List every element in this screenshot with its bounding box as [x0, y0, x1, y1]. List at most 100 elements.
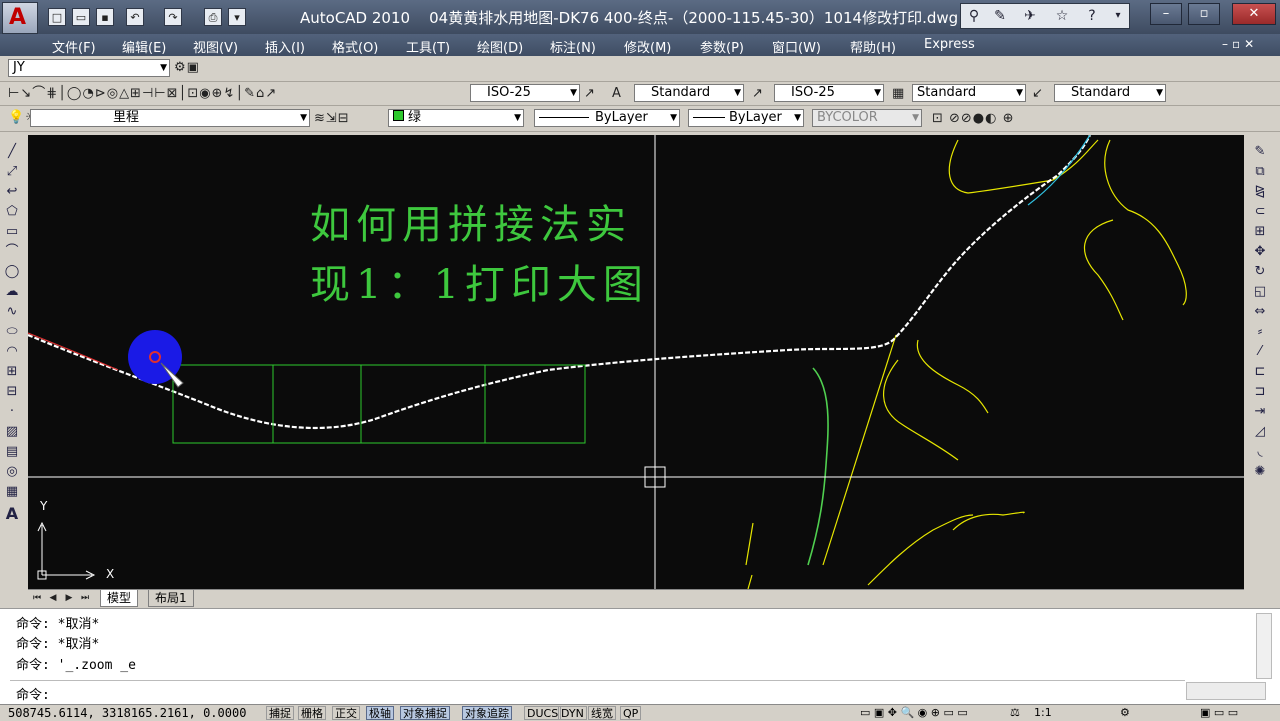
tab-model[interactable]: 模型 — [100, 590, 139, 607]
lineweight-dropdown[interactable]: ByLayer ▼ — [688, 109, 804, 127]
ducs-button[interactable]: DUCS — [524, 706, 562, 720]
join-icon[interactable]: ⇥ — [1252, 404, 1268, 420]
linetype-dropdown[interactable]: ByLayer ▼ — [534, 109, 680, 127]
snap-button[interactable]: 捕捉 — [266, 706, 294, 720]
break-at-point-icon[interactable]: ⊏ — [1252, 364, 1268, 380]
rectangle-icon[interactable]: ▭ — [4, 224, 20, 240]
menu-insert[interactable]: 插入(I) — [265, 37, 305, 56]
extend-icon[interactable]: ⁄ — [1252, 344, 1268, 360]
menu-help[interactable]: 帮助(H) — [850, 37, 896, 56]
render-tools-icons[interactable]: ⊡ ⊘⊘●◐ ⊕ — [932, 110, 1015, 128]
last-tab-icon[interactable]: ⏭ — [78, 591, 92, 605]
arc-icon[interactable]: ⌒ — [4, 244, 20, 260]
layer-tools-icons[interactable]: ≋⇲⊟ — [314, 110, 350, 128]
point-icon[interactable]: · — [4, 404, 20, 420]
menu-dimension[interactable]: 标注(N) — [550, 37, 596, 56]
revcloud-icon[interactable]: ☁ — [4, 284, 20, 300]
menu-tools[interactable]: 工具(T) — [406, 37, 450, 56]
close-button[interactable]: ✕ — [1232, 3, 1276, 25]
array-icon[interactable]: ⊞ — [1252, 224, 1268, 240]
communication-center-icon[interactable]: ✈ — [1021, 7, 1039, 25]
mirror-icon[interactable]: ⧎ — [1252, 184, 1268, 200]
ellipse-icon[interactable]: ⬭ — [4, 324, 20, 340]
fillet-icon[interactable]: ◟ — [1252, 444, 1268, 460]
polar-button[interactable]: 极轴 — [366, 706, 394, 720]
erase-icon[interactable]: ✎ — [1252, 144, 1268, 160]
workspace-settings-icon[interactable]: ⚙▣ — [174, 59, 200, 77]
scale-icon[interactable]: ◱ — [1252, 284, 1268, 300]
break-icon[interactable]: ⊐ — [1252, 384, 1268, 400]
tab-layout1[interactable]: 布局1 — [148, 590, 194, 607]
line-icon[interactable]: ╱ — [4, 144, 20, 160]
make-block-icon[interactable]: ⊟ — [4, 384, 20, 400]
offset-icon[interactable]: ⊂ — [1252, 204, 1268, 220]
menu-window[interactable]: 窗口(W) — [772, 37, 821, 56]
command-horizontal-scrollbar[interactable] — [1186, 682, 1266, 700]
dimstyle-manager-icon[interactable]: ↗ — [584, 85, 596, 103]
multileader-style-icon[interactable]: ↙ — [1032, 85, 1044, 103]
document-window-controls[interactable]: –▫✕ — [1222, 37, 1258, 51]
menu-express[interactable]: Express — [924, 37, 975, 52]
tablestyle-dropdown[interactable]: Standard ▼ — [912, 84, 1026, 102]
plotstyle-dropdown[interactable]: BYCOLOR ▼ — [812, 109, 922, 127]
polyline-icon[interactable]: ↩ — [4, 184, 20, 200]
mleaderstyle-dropdown[interactable]: Standard ▼ — [1054, 84, 1166, 102]
gradient-icon[interactable]: ▤ — [4, 444, 20, 460]
menu-draw[interactable]: 绘图(D) — [477, 37, 523, 56]
osnap-button[interactable]: 对象捕捉 — [400, 706, 450, 720]
annotation-scale[interactable]: 1:1 — [1034, 706, 1052, 719]
lineweight-button[interactable]: 线宽 — [588, 706, 616, 720]
grid-button[interactable]: 栅格 — [298, 706, 326, 720]
multiline-text-icon[interactable]: A — [4, 506, 20, 522]
copy-icon[interactable]: ⧉ — [1252, 164, 1268, 180]
workspace-dropdown[interactable]: JY ▼ — [8, 59, 170, 77]
help-dropdown-icon[interactable]: ▾ — [1109, 7, 1127, 25]
table-style-icon[interactable]: ▦ — [892, 85, 905, 103]
subscription-center-icon[interactable]: ✎ — [991, 7, 1009, 25]
prev-tab-icon[interactable]: ◀ — [46, 591, 60, 605]
spline-icon[interactable]: ∿ — [4, 304, 20, 320]
open-file-icon[interactable]: ▭ — [72, 8, 90, 26]
text-style-icon[interactable]: A — [612, 85, 622, 103]
textstyle-dropdown[interactable]: Standard ▼ — [634, 84, 744, 102]
first-tab-icon[interactable]: ⏮ — [30, 591, 44, 605]
dimension-style-icon[interactable]: ↗ — [752, 85, 764, 103]
dimstyle2-dropdown[interactable]: ISO-25 ▼ — [774, 84, 884, 102]
menu-format[interactable]: 格式(O) — [332, 37, 378, 56]
workspace-switch-icon[interactable]: ⚙ — [1120, 706, 1130, 719]
stretch-icon[interactable]: ⇔ — [1252, 304, 1268, 320]
minimize-button[interactable]: – — [1150, 3, 1182, 25]
otrack-button[interactable]: 对象追踪 — [462, 706, 512, 720]
layer-dropdown[interactable]: 里程 ▼ — [30, 109, 310, 127]
explode-icon[interactable]: ✺ — [1252, 464, 1268, 480]
dimstyle-dropdown[interactable]: ISO-25 ▼ — [470, 84, 580, 102]
chamfer-icon[interactable]: ◿ — [1252, 424, 1268, 440]
hatch-icon[interactable]: ▨ — [4, 424, 20, 440]
new-file-icon[interactable]: □ — [48, 8, 66, 26]
table-icon[interactable]: ▦ — [4, 484, 20, 500]
menu-modify[interactable]: 修改(M) — [624, 37, 671, 56]
tray-settings-icon[interactable]: ▣ ▭ ▭ — [1200, 706, 1238, 719]
save-icon[interactable]: ▪ — [96, 8, 114, 26]
maximize-button[interactable]: ▫ — [1188, 3, 1220, 25]
menu-view[interactable]: 视图(V) — [193, 37, 238, 56]
command-scrollbar[interactable] — [1256, 613, 1272, 679]
plot-icon[interactable]: ⎙ — [204, 8, 222, 26]
dimension-tools-icons[interactable]: ⊢↘⌒⋕│◯◔⊳◎△⊞⊣⊢⊠│⊡◉⊕↯│✎⌂↗ — [8, 85, 277, 103]
region-icon[interactable]: ◎ — [4, 464, 20, 480]
insert-block-icon[interactable]: ⊞ — [4, 364, 20, 380]
dyn-button[interactable]: DYN — [558, 706, 587, 720]
favorites-star-icon[interactable]: ☆ — [1053, 7, 1071, 25]
command-input-line[interactable]: 命令: — [10, 680, 1185, 703]
redo-icon[interactable]: ↷ — [164, 8, 182, 26]
rotate-icon[interactable]: ↻ — [1252, 264, 1268, 280]
drawing-area[interactable]: Y X 如何用拼接法实 现1：1打印大图 — [28, 135, 1244, 589]
quick-access-dropdown-icon[interactable]: ▾ — [228, 8, 246, 26]
color-dropdown[interactable]: 绿 ▼ — [388, 109, 524, 127]
circle-icon[interactable]: ◯ — [4, 264, 20, 280]
application-menu-button[interactable]: A — [2, 2, 38, 34]
view-tools-icons[interactable]: ▭ ▣ ✥ 🔍 ◉ ⊕ ▭ ▭ — [860, 706, 968, 719]
trim-icon[interactable]: ⸗ — [1252, 324, 1268, 340]
construction-line-icon[interactable]: ⤢ — [4, 164, 20, 180]
help-icon[interactable]: ? — [1083, 7, 1101, 25]
